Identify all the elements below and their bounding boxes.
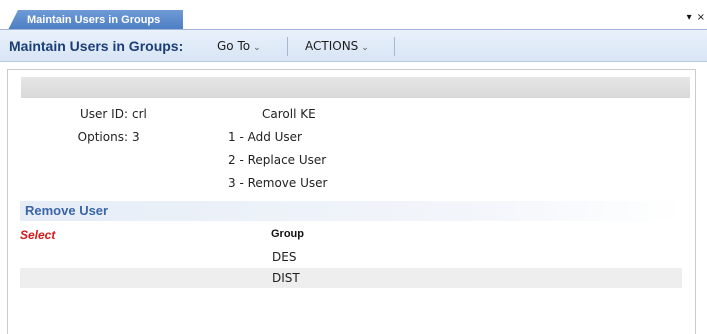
actions-menu-label: ACTIONS [305, 39, 359, 53]
group-cell: DES [272, 250, 297, 264]
goto-menu-label: Go To [217, 39, 251, 53]
options-value: 3 [132, 130, 140, 144]
content-panel: User ID: crl Caroll KE Options: 3 1 - Ad… [7, 69, 696, 334]
menu-separator [287, 37, 288, 56]
options-label: Options: [77, 130, 128, 144]
user-id-label: User ID: [80, 107, 128, 121]
table-row[interactable]: DIST [20, 268, 682, 288]
tab-bar: Maintain Users in Groups ▾ × [0, 0, 707, 30]
actions-menu[interactable]: ACTIONS ⌄ [305, 30, 369, 64]
close-icon[interactable]: × [697, 11, 705, 25]
toolbar: Maintain Users in Groups: Go To ⌄ ACTIONS… [0, 30, 707, 62]
user-id-value: crl [132, 107, 147, 121]
tab-controls: ▾ × [687, 11, 705, 25]
section-header: Remove User [20, 201, 683, 221]
dropdown-arrow-icon[interactable]: ▾ [687, 11, 692, 25]
group-column-header: Group [271, 228, 304, 240]
section-title: Remove User [25, 203, 109, 218]
option-replace-user: 2 - Replace User [228, 153, 327, 167]
panel-header-bar [21, 77, 690, 98]
chevron-down-icon: ⌄ [253, 43, 261, 53]
tab-maintain-users-in-groups[interactable]: Maintain Users in Groups [8, 10, 183, 30]
page-title: Maintain Users in Groups: [9, 38, 184, 54]
option-remove-user: 3 - Remove User [228, 176, 328, 190]
option-add-user: 1 - Add User [228, 130, 302, 144]
table-row[interactable]: DES [20, 247, 682, 267]
goto-menu[interactable]: Go To ⌄ [217, 30, 261, 64]
select-column-header: Select [20, 228, 56, 242]
menu-separator [394, 37, 395, 56]
chevron-down-icon: ⌄ [361, 43, 369, 53]
group-cell: DIST [272, 271, 300, 285]
user-name: Caroll KE [262, 107, 316, 121]
tab-label: Maintain Users in Groups [27, 14, 161, 26]
